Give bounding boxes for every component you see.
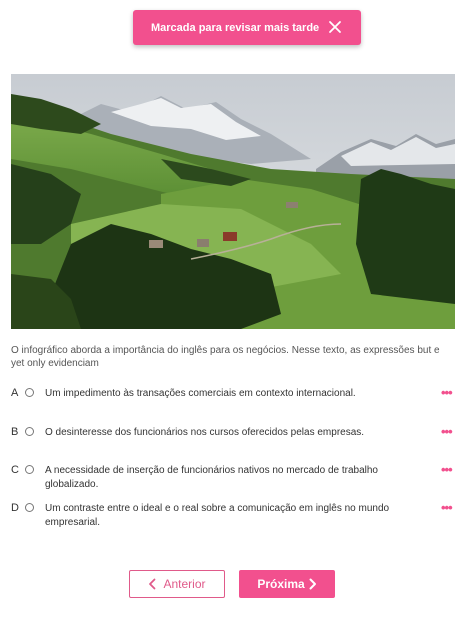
previous-button-label: Anterior: [163, 577, 206, 591]
option-text: Um impedimento às transações comerciais …: [45, 388, 356, 399]
chevron-right-icon: [309, 578, 316, 590]
more-horizontal-icon[interactable]: •••: [441, 424, 453, 439]
option-radio[interactable]: [25, 427, 34, 436]
question-prompt: O infográfico aborda a importância do in…: [11, 345, 440, 369]
previous-button[interactable]: Anterior: [129, 570, 225, 598]
option-text: A necessidade de inserção de funcionário…: [45, 465, 378, 490]
option-radio[interactable]: [25, 465, 34, 474]
review-toast: Marcada para revisar mais tarde: [133, 10, 361, 45]
option-letter: A: [11, 387, 19, 399]
next-button-label: Próxima: [257, 577, 305, 591]
toast-message: Marcada para revisar mais tarde: [151, 21, 320, 34]
more-horizontal-icon[interactable]: •••: [441, 462, 453, 477]
question-image: [11, 74, 455, 329]
option-text: O desinteresse dos funcionários nos curs…: [45, 427, 365, 438]
more-horizontal-icon[interactable]: •••: [441, 385, 453, 400]
option-letter: D: [11, 502, 19, 514]
option-radio[interactable]: [25, 503, 34, 512]
option-radio[interactable]: [25, 388, 34, 397]
more-horizontal-icon[interactable]: •••: [441, 500, 453, 515]
option-text: Um contraste entre o ideal e o real sobr…: [45, 503, 390, 528]
next-button[interactable]: Próxima: [239, 570, 335, 598]
option-letter: B: [11, 426, 19, 438]
option-letter: C: [11, 464, 19, 476]
chevron-left-icon: [149, 578, 156, 590]
close-icon[interactable]: [327, 19, 343, 35]
